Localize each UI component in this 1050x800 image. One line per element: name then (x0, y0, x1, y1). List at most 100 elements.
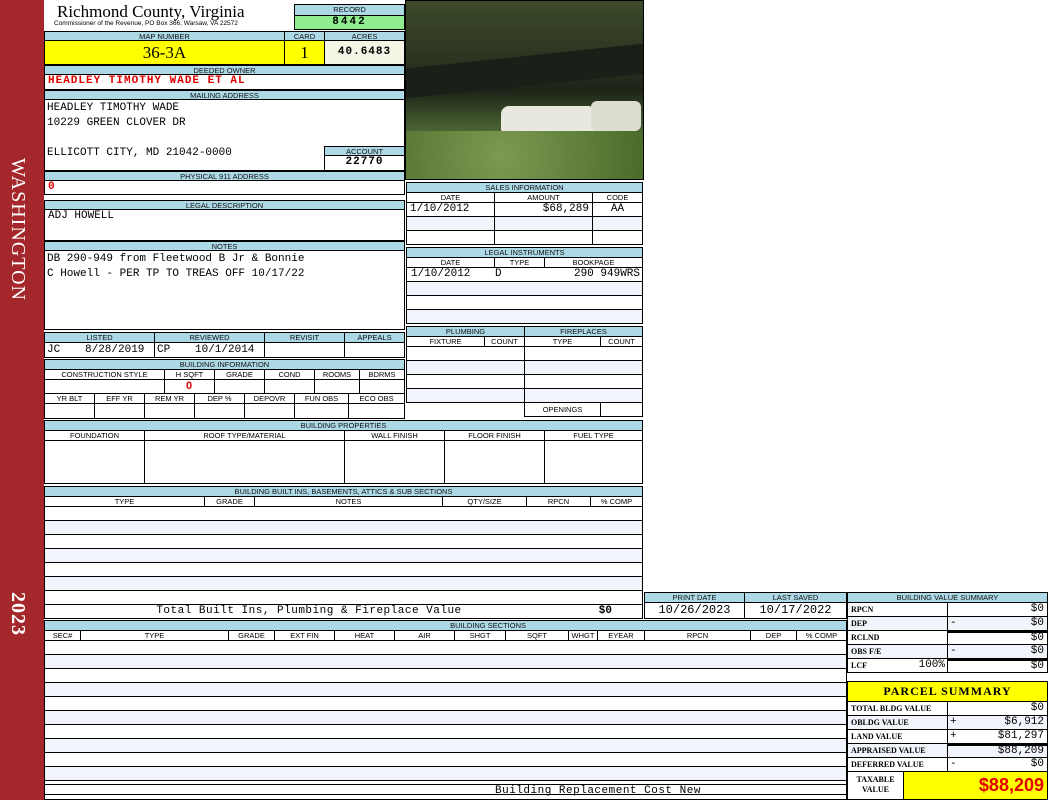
review-cell (344, 342, 405, 358)
section-row (44, 654, 847, 669)
builtins-row (44, 548, 643, 563)
openings-value (600, 402, 643, 417)
parcel-amount: $0 (947, 701, 1048, 716)
section-row (44, 710, 847, 725)
builtins-row (44, 562, 643, 577)
reviewed-date: 10/1/2014 (195, 344, 255, 356)
deeded-owner: HEADLEY TIMOTHY WADE ET AL (44, 74, 405, 90)
value-summary-amount: $0 (947, 630, 1048, 645)
instrument-cell: D (495, 268, 502, 280)
openings-label: OPENINGS (524, 402, 601, 417)
county-title: Richmond County, Virginia (57, 2, 245, 21)
property-photo (405, 0, 644, 180)
builtins-row (44, 576, 643, 591)
review-cell (264, 342, 345, 358)
plumbing-row (406, 374, 525, 389)
parcel-amount: $6,912 (947, 715, 1048, 730)
operator: - (950, 645, 957, 657)
reviewed-by: CP (157, 344, 171, 356)
value-summary-label: OBS F/E (847, 644, 948, 659)
office-address: Commissioner of the Revenue, PO Box 366,… (54, 20, 238, 27)
hsqft-value: 0 (185, 380, 193, 392)
taxable-value: $88,209 (903, 771, 1048, 800)
parcel-label: LAND VALUE (847, 729, 948, 744)
building-info-value2 (244, 403, 295, 419)
properties-value (544, 440, 643, 484)
instrument-row (406, 281, 643, 296)
properties-value (444, 440, 545, 484)
instrument-cell: 290 949WRS (573, 268, 640, 280)
building-info-value2 (44, 403, 95, 419)
value-summary-amount: $0 (947, 616, 1048, 631)
section-row (44, 724, 847, 739)
instrument-row (406, 309, 643, 324)
section-row (44, 738, 847, 753)
parcel-amount: $81,297 (947, 729, 1048, 744)
building-info-value (214, 379, 265, 394)
lcf-percent: 100% (918, 659, 945, 671)
builtins-row (44, 520, 643, 535)
building-info-value2 (94, 403, 145, 419)
dates-value: 10/17/2022 (744, 602, 847, 619)
fireplace-row (524, 360, 643, 375)
parcel-label: OBLDG VALUE (847, 715, 948, 730)
fireplace-row (524, 374, 643, 389)
properties-value (344, 440, 445, 484)
value-summary-amount: $0 (947, 644, 1048, 659)
building-info-value2 (194, 403, 245, 419)
card-number: 1 (284, 40, 325, 65)
section-row (44, 752, 847, 767)
parcel-label: APPRAISED VALUE (847, 743, 948, 758)
section-row (44, 682, 847, 697)
building-info-value (314, 379, 360, 394)
builtins-row (44, 590, 643, 605)
mailing-line: 10229 GREEN CLOVER DR (47, 117, 186, 129)
instrument-cell: 1/10/2012 (411, 268, 471, 280)
legal-description: ADJ HOWELL (44, 209, 405, 241)
district-name: WASHINGTON (7, 158, 29, 301)
mailing-line: ELLICOTT CITY, MD 21042-0000 (47, 147, 232, 159)
builtins-total-value: $0 (598, 605, 612, 617)
value-summary-label: RCLND (847, 630, 948, 645)
instrument-row: 1/10/2012 D 290 949WRS (406, 267, 643, 282)
plumbing-row (406, 388, 525, 403)
section-row (44, 668, 847, 683)
acres-value: 40.6483 (324, 40, 405, 65)
physical-address: 0 (44, 180, 405, 195)
notes-line: DB 290-949 from Fleetwood B Jr & Bonnie (47, 253, 305, 265)
section-row (44, 640, 847, 655)
parcel-amount: $0 (947, 757, 1048, 772)
building-info-value (264, 379, 315, 394)
instrument-row (406, 295, 643, 310)
plumbing-row (406, 360, 525, 375)
building-info-value (359, 379, 405, 394)
builtins-row (44, 506, 643, 521)
building-info-value2 (348, 403, 405, 419)
map-number: 36-3A (44, 40, 285, 65)
section-row (44, 696, 847, 711)
value-summary-amount: $0 (947, 658, 1048, 673)
notes-line: C Howell - PER TP TO TREAS OFF 10/17/22 (47, 268, 305, 280)
district-sidebar: WASHINGTON 2023 (0, 0, 44, 800)
listed-by: JC (47, 344, 61, 356)
building-info-value2 (144, 403, 195, 419)
dates-value: 10/26/2023 (644, 602, 745, 619)
operator: + (950, 730, 957, 742)
operator: + (950, 716, 957, 728)
parcel-summary-title: PARCEL SUMMARY (847, 681, 1048, 702)
mailing-line: HEADLEY TIMOTHY WADE (47, 102, 180, 114)
sales-table (406, 202, 643, 245)
fireplace-row (524, 346, 643, 361)
building-info-value (44, 379, 165, 394)
builtins-row (44, 534, 643, 549)
taxable-label: TAXABLE VALUE (847, 771, 904, 800)
fireplace-row (524, 388, 643, 403)
value-summary-label: RPCN (847, 602, 948, 617)
value-summary-label: DEP (847, 616, 948, 631)
parcel-amount: $88,209 (947, 743, 1048, 758)
account-number: 22770 (324, 155, 405, 171)
building-info-value2 (294, 403, 349, 419)
operator: - (950, 758, 957, 770)
parcel-label: DEFERRED VALUE (847, 757, 948, 772)
operator: - (950, 617, 957, 629)
